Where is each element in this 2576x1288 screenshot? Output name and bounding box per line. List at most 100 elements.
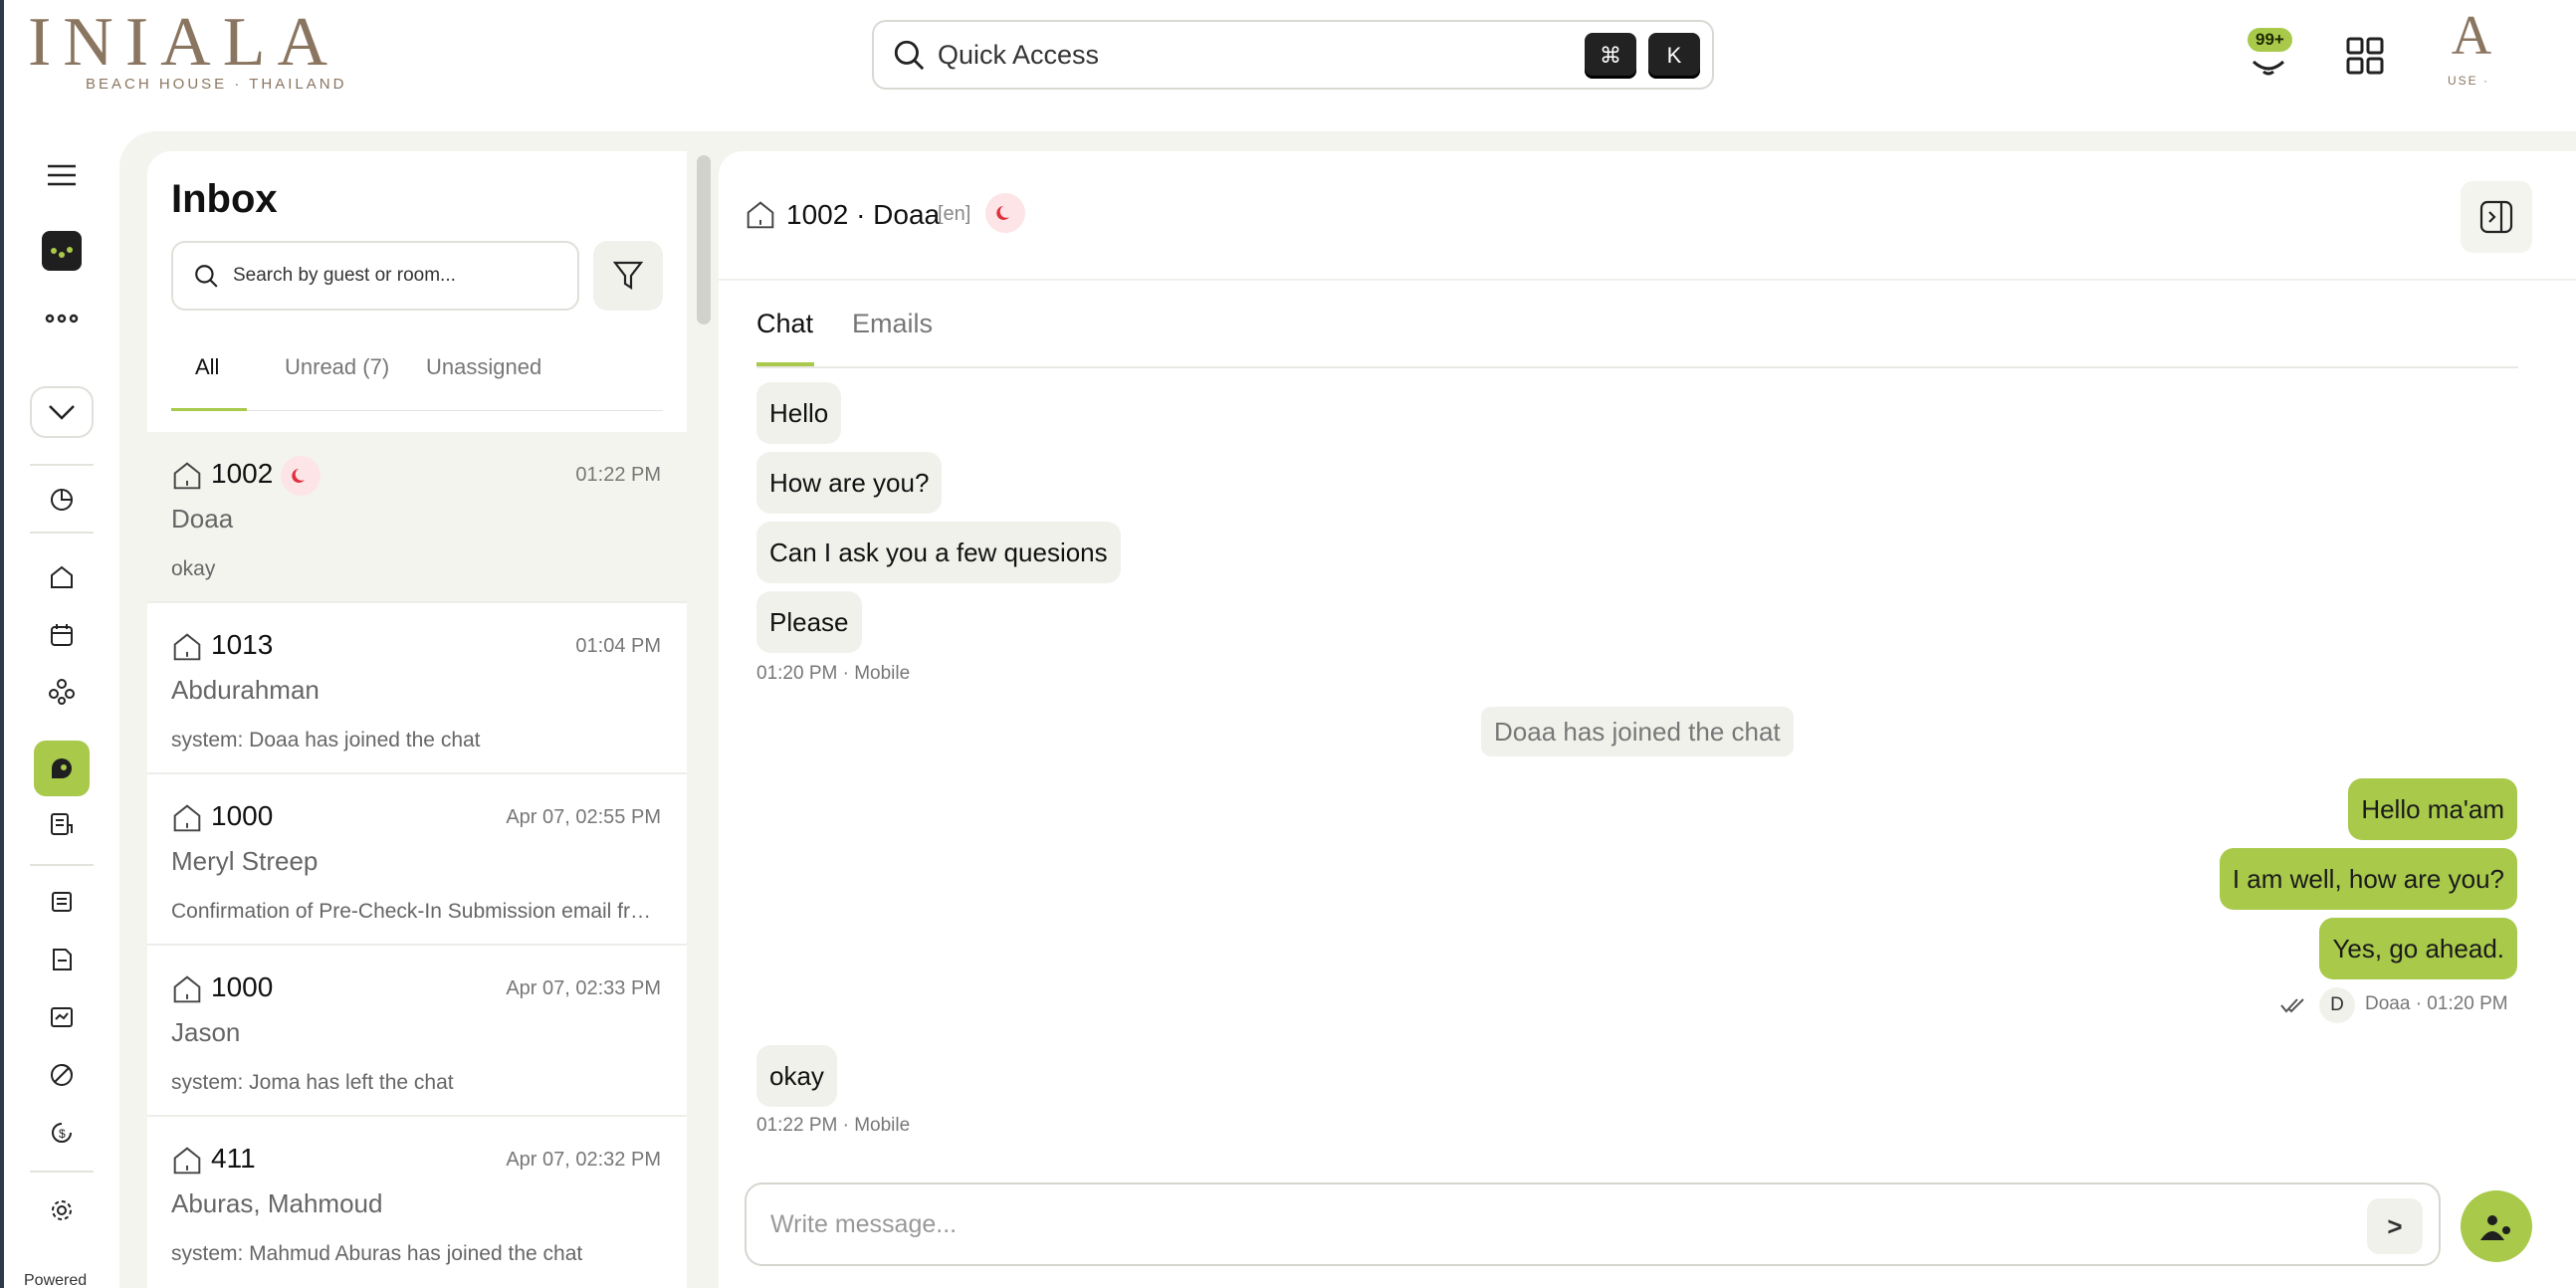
rail-divider xyxy=(30,1171,94,1173)
tab-chat[interactable]: Chat xyxy=(756,309,813,339)
message-input[interactable] xyxy=(745,1182,2441,1266)
night-badge xyxy=(985,193,1025,233)
analytics-icon xyxy=(49,1062,75,1088)
brand-subtitle: BEACH HOUSE · THAILAND xyxy=(86,76,347,93)
home-icon xyxy=(171,460,203,492)
message-meta: 01:22 PM · Mobile xyxy=(756,1115,911,1136)
quick-access-label: Quick Access xyxy=(938,39,1100,70)
quick-access-search[interactable]: Quick Access ⌘ K xyxy=(872,20,1714,90)
inbox-search-input[interactable]: Search by guest or room... xyxy=(171,241,579,311)
payments-icon: $ xyxy=(49,1120,75,1146)
settings-icon xyxy=(49,1197,75,1223)
nav-documents[interactable] xyxy=(34,932,90,987)
moon-icon xyxy=(995,203,1015,223)
message-meta: 01:20 PM · Mobile xyxy=(756,663,911,684)
conversation-guest: Meryl Streep xyxy=(171,846,319,876)
nav-analytics[interactable] xyxy=(34,1047,90,1103)
ai-assistant-button[interactable] xyxy=(2461,1190,2532,1262)
active-tab-indicator xyxy=(171,408,247,411)
grid-icon xyxy=(2345,36,2385,76)
brand-logo[interactable]: INIALA xyxy=(28,8,339,78)
outgoing-message: Yes, go ahead. xyxy=(2319,918,2517,979)
property-logo[interactable]: A xyxy=(2447,8,2496,64)
chat-language-tag: [en] xyxy=(938,203,971,225)
nav-payments[interactable]: $ xyxy=(34,1105,90,1161)
tab-all[interactable]: All xyxy=(195,354,219,380)
tasks-icon xyxy=(49,811,75,837)
home-icon xyxy=(49,564,75,590)
app-logo-icon xyxy=(42,231,82,271)
people-icon xyxy=(48,677,76,705)
incoming-message: Can I ask you a few quesions xyxy=(756,522,1121,583)
conversation-item[interactable]: 411 Apr 07, 02:32 PM Aburas, Mahmoud sys… xyxy=(147,1117,687,1288)
night-badge xyxy=(281,456,321,496)
tab-unread[interactable]: Unread (7) xyxy=(285,354,389,380)
conversation-item[interactable]: 1000 Apr 07, 02:33 PM Jason system: Joma… xyxy=(147,946,687,1117)
nav-inbox[interactable] xyxy=(34,741,90,796)
invoice-icon xyxy=(49,1004,75,1030)
active-chat-tab-indicator xyxy=(756,362,814,366)
window-edge xyxy=(0,0,4,1288)
app-switcher-button[interactable] xyxy=(34,223,90,279)
conversation-room: 1013 xyxy=(211,629,274,660)
apps-grid-button[interactable] xyxy=(2345,36,2385,76)
nav-invoices[interactable] xyxy=(34,989,90,1045)
home-icon xyxy=(171,802,203,834)
chat-header-title: 1002 · Doaa xyxy=(786,199,941,230)
conversation-guest: Aburas, Mahmoud xyxy=(171,1188,383,1218)
conversation-item[interactable]: 1002 01:22 PM Doaa okay xyxy=(147,432,687,603)
home-icon xyxy=(171,1145,203,1177)
collapse-sidebar-button[interactable] xyxy=(30,386,94,438)
message-input-placeholder: Write message... xyxy=(770,1210,958,1238)
conversation-room: 1002 xyxy=(211,458,274,489)
menu-button[interactable] xyxy=(34,147,90,203)
conversation-time: 01:22 PM xyxy=(575,464,661,486)
conversation-room: 1000 xyxy=(211,800,274,831)
nav-home[interactable] xyxy=(34,549,90,605)
filter-button[interactable] xyxy=(593,241,663,311)
inbox-scrollbar[interactable] xyxy=(697,155,711,324)
home-icon xyxy=(745,199,776,231)
nav-dashboard[interactable] xyxy=(34,472,90,528)
nav-guests[interactable] xyxy=(34,663,90,719)
assistant-icon xyxy=(2476,1206,2516,1246)
conversation-item[interactable]: 1000 Apr 07, 02:55 PM Meryl Streep Confi… xyxy=(147,774,687,946)
rail-divider xyxy=(30,464,94,466)
more-apps-button[interactable] xyxy=(34,291,90,346)
reports-icon xyxy=(49,889,75,915)
command-key-hint: ⌘ xyxy=(1585,33,1636,79)
nav-tasks[interactable] xyxy=(34,796,90,852)
search-icon xyxy=(193,263,219,289)
incoming-message: Please xyxy=(756,591,862,653)
message-meta: Doaa · 01:20 PM xyxy=(2365,993,2508,1014)
nav-settings[interactable] xyxy=(34,1182,90,1238)
tab-unassigned[interactable]: Unassigned xyxy=(426,354,541,380)
chat-header-divider xyxy=(719,279,2576,281)
notification-badge: 99+ xyxy=(2248,28,2292,52)
conversation-room: 411 xyxy=(211,1143,256,1174)
incoming-message: okay xyxy=(756,1045,837,1107)
conversation-time: 01:04 PM xyxy=(575,635,661,657)
incoming-message: Hello xyxy=(756,382,842,444)
read-receipt-icon xyxy=(2279,995,2307,1015)
powered-by-label: Powered xyxy=(24,1272,88,1288)
conversation-guest: Abdurahman xyxy=(171,675,320,705)
home-icon xyxy=(171,631,203,663)
more-dots-icon xyxy=(45,313,79,324)
send-button[interactable]: > xyxy=(2367,1198,2423,1254)
documents-icon xyxy=(49,947,75,972)
toggle-details-button[interactable] xyxy=(2461,181,2532,253)
outgoing-message: I am well, how are you? xyxy=(2219,848,2517,910)
svg-text:$: $ xyxy=(59,1127,66,1141)
chevron-down-icon xyxy=(48,404,76,420)
system-message: Doaa has joined the chat xyxy=(1481,707,1794,756)
nav-calendar[interactable] xyxy=(34,607,90,663)
tab-emails[interactable]: Emails xyxy=(852,309,933,339)
nav-reports[interactable] xyxy=(34,874,90,930)
calendar-icon xyxy=(49,622,75,648)
rail-divider xyxy=(30,532,94,534)
conversation-preview: system: Doaa has joined the chat xyxy=(171,729,481,751)
conversation-item[interactable]: 1013 01:04 PM Abdurahman system: Doaa ha… xyxy=(147,603,687,774)
outgoing-message: Hello ma'am xyxy=(2348,778,2517,840)
home-icon xyxy=(171,973,203,1005)
